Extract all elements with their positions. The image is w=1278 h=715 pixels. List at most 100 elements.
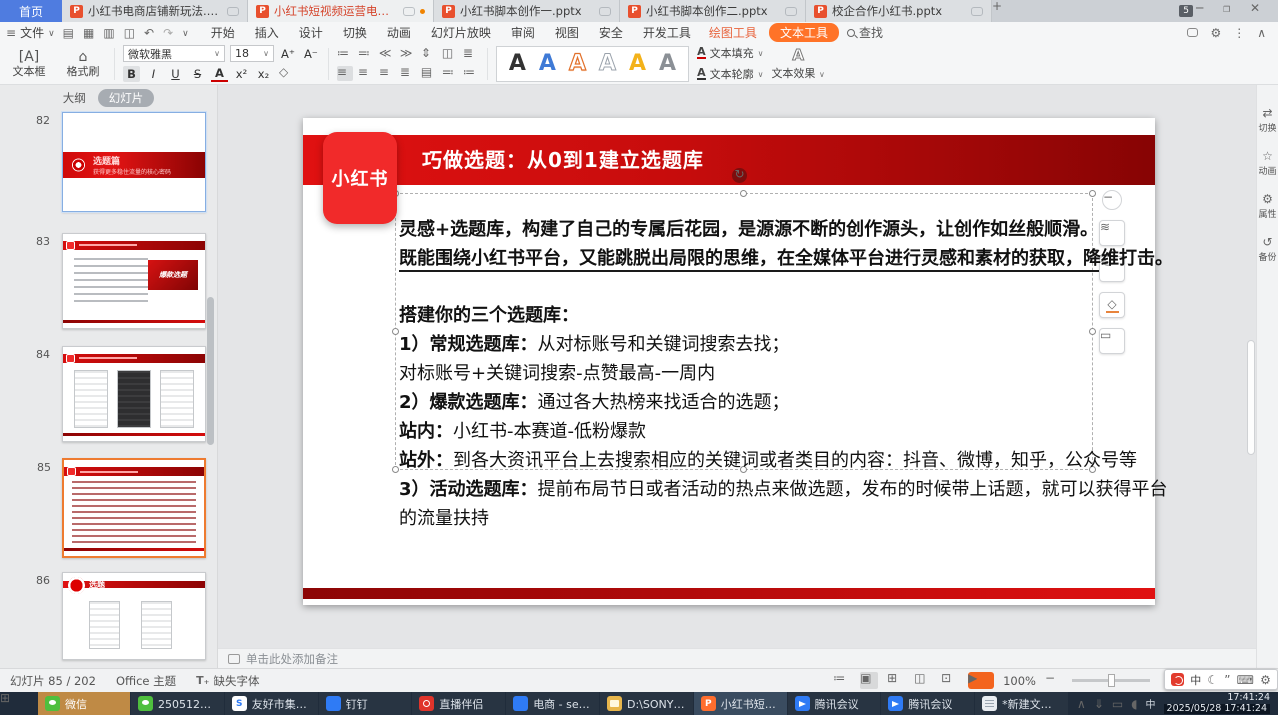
- bold-button[interactable]: B: [123, 66, 140, 82]
- fill-color-icon[interactable]: [1099, 292, 1125, 318]
- grow-font-button[interactable]: A⁺: [279, 46, 297, 62]
- tab-assistant-icon[interactable]: [403, 7, 415, 16]
- align-left-icon[interactable]: [337, 66, 353, 81]
- columns-icon[interactable]: [442, 47, 458, 62]
- numbered-list-icon[interactable]: [358, 47, 374, 62]
- tab-assistant-icon[interactable]: [971, 7, 983, 16]
- undo-icon[interactable]: [144, 27, 154, 39]
- qat-more-icon[interactable]: [182, 26, 189, 39]
- taskbar-tencent-meeting-2[interactable]: 腾讯会议: [881, 692, 974, 715]
- rotate-handle-icon[interactable]: [732, 168, 747, 183]
- italic-button[interactable]: I: [145, 66, 162, 82]
- taskbar-wps-active[interactable]: P 小红书短视频运...: [694, 692, 787, 715]
- taskbar-wechat[interactable]: 微信: [38, 692, 130, 715]
- slide-text-line[interactable]: 既能围绕小红书平台，又能跳脱出局限的思维，在全媒体平台进行灵感和素材的获取，降维…: [399, 244, 1099, 272]
- menu-review[interactable]: 审阅: [501, 24, 545, 41]
- slide-text-line[interactable]: 搭建你的三个选题库：: [399, 301, 1099, 330]
- tray-expand-icon[interactable]: [1077, 698, 1086, 710]
- file-menu[interactable]: 文件: [6, 24, 55, 41]
- menu-insert[interactable]: 插入: [245, 24, 289, 41]
- slide-thumbnail-83[interactable]: 83 爆款选题: [62, 233, 206, 329]
- input-language-indicator[interactable]: 中: [1146, 696, 1156, 711]
- menu-animation[interactable]: 动画: [377, 24, 421, 41]
- slide-text-line[interactable]: 对标账号+关键词搜索-点赞最高-一周内: [399, 359, 1099, 388]
- tray-clock[interactable]: 17:41:24 2025/05/28 17:41:24: [1164, 693, 1270, 715]
- wordart-style-2[interactable]: A: [539, 53, 556, 75]
- redo-icon[interactable]: [163, 27, 173, 39]
- taskbar-market-signup[interactable]: S 友好市集商品报名: [225, 692, 318, 715]
- comment-icon[interactable]: [1187, 28, 1198, 37]
- doc-tab-1[interactable]: P 小红书电商店铺新玩法.pptx: [62, 0, 248, 22]
- menu-devtools[interactable]: 开发工具: [633, 24, 701, 41]
- slide-text-line[interactable]: 1）常规选题库：从对标账号和关键词搜索去找；: [399, 330, 1099, 359]
- ime-lang-mode[interactable]: 中: [1190, 672, 1201, 688]
- taskbar-dingtalk[interactable]: 钉钉: [319, 692, 412, 715]
- slide-textbox[interactable]: 灵感+选题库，构建了自己的专属后花园，是源源不断的创作源头，让创作如丝般顺滑。 …: [399, 215, 1099, 533]
- presenter-view-icon[interactable]: [941, 672, 959, 689]
- resize-handle[interactable]: [740, 190, 747, 197]
- ime-settings-icon[interactable]: [1260, 674, 1271, 686]
- menu-transition[interactable]: 切换: [333, 24, 377, 41]
- decrease-indent-icon[interactable]: [463, 66, 479, 81]
- tab-assistant-icon[interactable]: [599, 7, 611, 16]
- slide-title[interactable]: 巧做选题：从0到1建立选题库: [422, 135, 704, 185]
- menu-security[interactable]: 安全: [589, 24, 633, 41]
- text-outline-button[interactable]: A 文本轮廓 ∨: [697, 66, 763, 82]
- tab-outline[interactable]: 大纲: [63, 90, 86, 106]
- line-spacing-icon[interactable]: [421, 47, 437, 62]
- menu-draw-tools[interactable]: 绘图工具: [701, 24, 765, 41]
- layers-icon[interactable]: [1099, 220, 1125, 246]
- menu-text-tools-active[interactable]: 文本工具: [769, 23, 839, 42]
- crop-frame-icon[interactable]: [1099, 328, 1125, 354]
- slide-counter[interactable]: 幻灯片 85 / 202: [10, 673, 96, 689]
- collapse-toolbar-button[interactable]: [1102, 190, 1122, 210]
- dock-transition[interactable]: 切换: [1258, 107, 1276, 134]
- resize-handle[interactable]: [392, 328, 399, 335]
- zoom-out-button[interactable]: [1045, 672, 1063, 689]
- tab-assistant-icon[interactable]: [785, 7, 797, 16]
- textbox-button[interactable]: [A] 文本框: [6, 49, 52, 79]
- slide-text-line[interactable]: 灵感+选题库，构建了自己的专属后花园，是源源不断的创作源头，让创作如丝般顺滑。: [399, 215, 1099, 244]
- resize-handle[interactable]: [1089, 190, 1096, 197]
- print-preview-icon[interactable]: [124, 27, 135, 39]
- slide-text-line[interactable]: 的流量扶持: [399, 504, 1099, 533]
- wordart-style-1[interactable]: A: [509, 53, 526, 75]
- start-button[interactable]: [0, 692, 38, 715]
- ime-keyboard-icon[interactable]: [1237, 674, 1254, 686]
- slide-sorter-icon[interactable]: [887, 672, 905, 689]
- canvas-scrollbar[interactable]: [1247, 340, 1255, 455]
- wordart-style-4[interactable]: A: [599, 53, 616, 75]
- menu-view[interactable]: 视图: [545, 24, 589, 41]
- minimize-button[interactable]: [1196, 2, 1220, 20]
- slide-text-line[interactable]: 3）活动选题库：提前布局节日或者活动的热点来做选题，发布的时候带上话题，就可以获…: [399, 475, 1099, 504]
- tab-slides-active[interactable]: 幻灯片: [98, 89, 155, 107]
- format-painter-button[interactable]: ⌂ 格式刷: [60, 49, 106, 79]
- outdent-icon[interactable]: [379, 47, 395, 62]
- increase-indent-icon[interactable]: [442, 66, 458, 81]
- slideshow-play-button[interactable]: [968, 672, 994, 689]
- justify-icon[interactable]: [400, 66, 416, 81]
- resize-handle[interactable]: [392, 466, 399, 473]
- find-button[interactable]: 查找: [847, 24, 883, 41]
- wordart-gallery[interactable]: A A A A A A: [496, 46, 689, 82]
- subscript-button[interactable]: x₂: [255, 66, 272, 82]
- text-direction-icon[interactable]: [463, 47, 479, 62]
- shrink-font-button[interactable]: A⁻: [302, 46, 320, 62]
- notification-badge[interactable]: 5: [1179, 5, 1193, 17]
- home-tab[interactable]: 首页: [0, 0, 62, 22]
- slide-text-line[interactable]: 站内：小红书-本赛道-低粉爆款: [399, 417, 1099, 446]
- ime-fullwidth-icon[interactable]: [1207, 674, 1218, 686]
- maximize-button[interactable]: [1223, 2, 1247, 20]
- doc-tab-2-active[interactable]: P 小红书短视频运营电商版.pptx: [248, 0, 434, 22]
- notes-toggle-icon[interactable]: [833, 672, 851, 689]
- slide-thumbnail-86[interactable]: 86 选题: [62, 572, 206, 660]
- font-size-select[interactable]: 18 ∨: [230, 45, 274, 62]
- text-fill-button[interactable]: A 文本填充 ∨: [697, 45, 763, 61]
- missing-font-warning[interactable]: T₊ 缺失字体: [196, 673, 259, 689]
- speaker-icon[interactable]: [1131, 698, 1137, 710]
- print-icon[interactable]: [103, 27, 114, 39]
- mic-icon[interactable]: [1094, 698, 1104, 710]
- underline-button[interactable]: U: [167, 66, 184, 82]
- align-center-icon[interactable]: [358, 66, 374, 81]
- doc-tab-4[interactable]: P 小红书脚本创作二.pptx: [620, 0, 806, 22]
